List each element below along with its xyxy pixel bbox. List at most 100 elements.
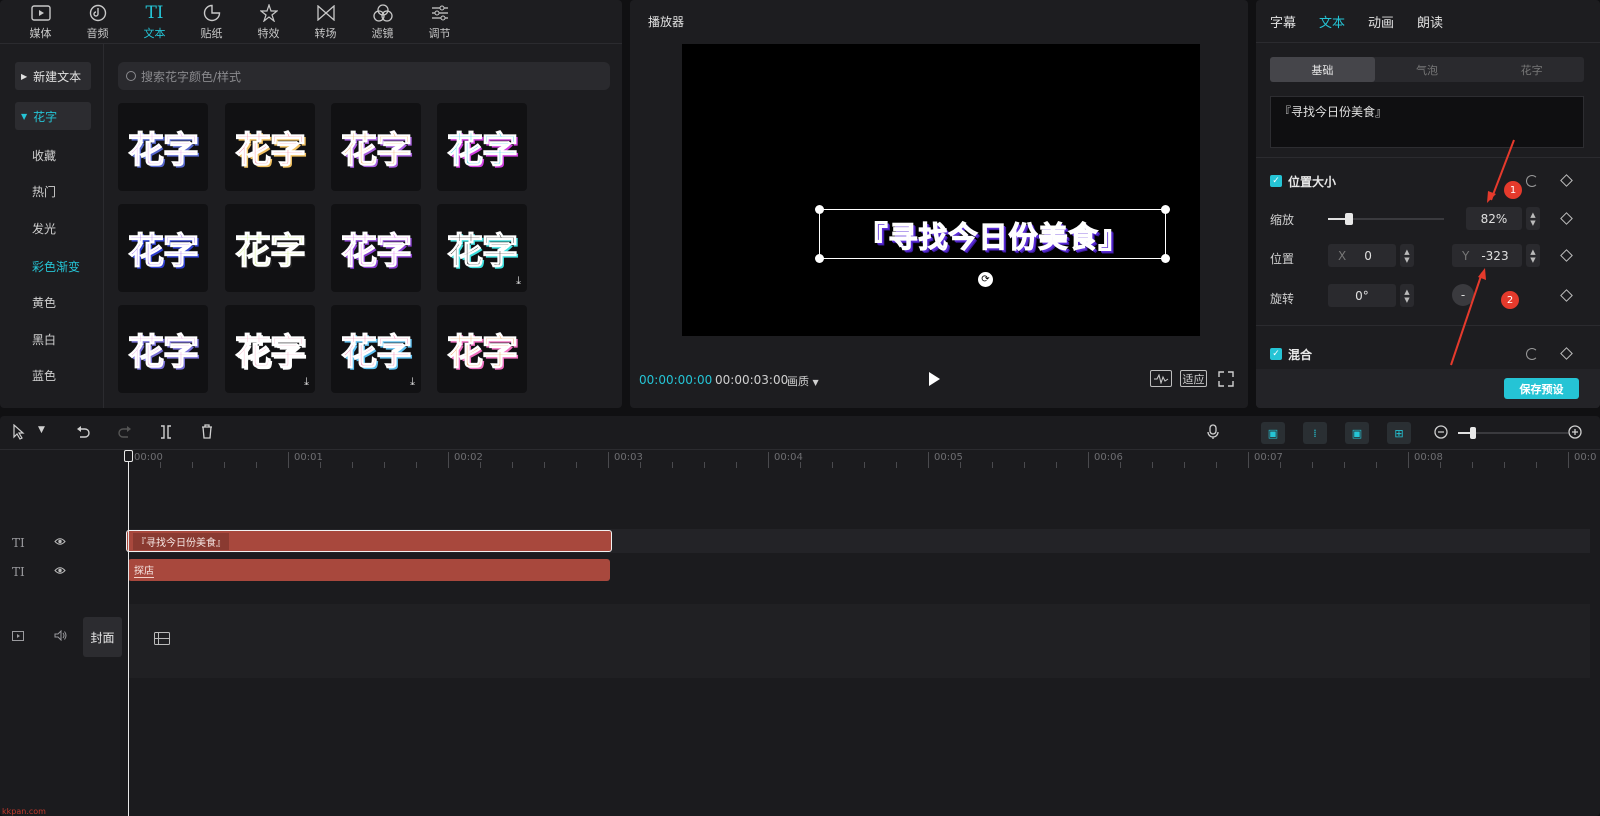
download-icon[interactable]: ⤓	[516, 274, 521, 288]
audio-icon	[87, 3, 109, 23]
search-placeholder: 搜索花字颜色/样式	[141, 69, 242, 84]
chevron-down-icon[interactable]: ▼	[38, 425, 45, 435]
tab-audio[interactable]: 音频	[69, 0, 126, 44]
tab-sticker[interactable]: 贴纸	[183, 0, 240, 44]
film-icon	[154, 632, 170, 648]
style-preview: 花字	[446, 331, 518, 373]
eye-icon[interactable]	[54, 565, 66, 578]
main-track-magnet-icon[interactable]: ▣	[1261, 422, 1285, 444]
category-item-favorites[interactable]: 收藏	[32, 147, 56, 164]
download-icon[interactable]: ⤓	[410, 375, 415, 389]
category-group-huazi[interactable]: ▼ 花字	[15, 102, 91, 130]
style-tile[interactable]: 花字 ⤓	[331, 305, 421, 393]
tab-adjust[interactable]: 调节	[411, 0, 468, 44]
tab-media[interactable]: 媒体	[12, 0, 69, 44]
chevron-down-icon: ▼	[812, 378, 819, 387]
caret-down-icon: ▼	[21, 111, 28, 121]
text-selection-box[interactable]: 『寻找今日份美食』	[815, 205, 1170, 263]
preview-axis-icon[interactable]: ⊞	[1387, 422, 1411, 444]
resize-handle[interactable]	[1161, 254, 1170, 263]
resize-handle[interactable]	[1161, 205, 1170, 214]
filter-icon	[372, 3, 394, 23]
auto-snap-icon[interactable]: ⁞	[1303, 422, 1327, 444]
tab-filter[interactable]: 滤镜	[354, 0, 411, 44]
category-item-gradient[interactable]: 彩色渐变	[32, 258, 80, 275]
category-item-yellow[interactable]: 黄色	[32, 294, 56, 311]
style-tile[interactable]: 花字	[437, 103, 527, 191]
split-icon[interactable]	[160, 425, 172, 442]
style-tile[interactable]: 花字	[437, 305, 527, 393]
redo-icon[interactable]	[118, 425, 132, 442]
new-text-label: 新建文本	[33, 69, 82, 84]
text-track-icon: TI	[12, 565, 25, 579]
select-tool-icon[interactable]	[12, 423, 26, 443]
category-item-glow[interactable]: 发光	[32, 220, 56, 237]
zoom-slider-knob[interactable]	[1470, 427, 1476, 439]
fit-button[interactable]: 适应	[1180, 370, 1207, 387]
annotation-marker-2: 2	[1501, 291, 1519, 309]
linkage-icon[interactable]: ▣	[1345, 422, 1369, 444]
style-tile[interactable]: 花字 ⤓	[437, 204, 527, 292]
delete-icon[interactable]	[201, 424, 213, 442]
text-track-icon: TI	[12, 536, 25, 550]
tab-label: 音频	[86, 27, 109, 40]
tab-label: 贴纸	[200, 27, 223, 40]
ruler-label: 00:04	[774, 452, 803, 463]
resize-handle[interactable]	[815, 254, 824, 263]
fullscreen-icon[interactable]	[1218, 371, 1234, 387]
tab-label: 文本	[143, 27, 166, 40]
category-item-hot[interactable]: 热门	[32, 183, 56, 200]
zoom-out-icon[interactable]	[1434, 425, 1448, 442]
style-tile[interactable]: 花字	[118, 103, 208, 191]
zoom-in-icon[interactable]	[1568, 425, 1582, 442]
waveform-button[interactable]	[1150, 370, 1172, 387]
resize-handle[interactable]	[815, 205, 824, 214]
text-clip-title[interactable]: 『寻找今日份美食』	[126, 530, 612, 552]
playhead[interactable]	[128, 452, 129, 816]
tab-label: 滤镜	[371, 27, 394, 40]
tab-effects[interactable]: 特效	[240, 0, 297, 44]
rotate-handle-icon[interactable]: ⟳	[978, 272, 993, 287]
download-icon[interactable]: ⤓	[304, 375, 309, 389]
category-item-blue[interactable]: 蓝色	[32, 367, 56, 384]
asset-panel: 媒体 音频 TI 文本 贴纸 特效 转场 滤镜 调节 ▶ 新建文本 ▼ 花字 收…	[0, 0, 622, 408]
search-input[interactable]: 搜索花字颜色/样式	[118, 62, 610, 90]
tab-text[interactable]: TI 文本	[126, 0, 183, 44]
style-tile[interactable]: 花字	[225, 103, 315, 191]
tab-transition[interactable]: 转场	[297, 0, 354, 44]
properties-panel: 字幕 文本 动画 朗读 基础 气泡 花字 『寻找今日份美食』 ✓ 位置大小 缩放…	[1256, 0, 1600, 408]
style-tile[interactable]: 花字	[331, 103, 421, 191]
timeline-toolbar: ▼ ▣ ⁞ ▣ ⊞	[0, 416, 1600, 450]
style-tile[interactable]: 花字	[225, 204, 315, 292]
ruler-label: 00:01	[294, 452, 323, 463]
play-icon[interactable]	[929, 372, 940, 386]
quality-dropdown[interactable]: 画质 ▼	[787, 373, 819, 389]
cover-button[interactable]: 封面	[83, 617, 122, 657]
timeline-ruler[interactable]: 00:00 00:01 00:02 00:03 00:04 00:05 00:0…	[128, 452, 1600, 468]
adjust-icon	[429, 3, 451, 23]
category-item-bw[interactable]: 黑白	[32, 331, 56, 348]
style-tile[interactable]: 花字 ⤓	[225, 305, 315, 393]
style-tile[interactable]: 花字	[118, 204, 208, 292]
tab-label: 特效	[257, 27, 280, 40]
style-tile[interactable]: 花字	[118, 305, 208, 393]
style-tile[interactable]: 花字	[331, 204, 421, 292]
tab-label: 转场	[314, 27, 337, 40]
new-text-button[interactable]: ▶ 新建文本	[15, 62, 91, 90]
video-preview[interactable]: 『寻找今日份美食』 ⟳	[682, 44, 1200, 336]
tab-label: 媒体	[29, 27, 52, 40]
ruler-label: 00:07	[1254, 452, 1283, 463]
undo-icon[interactable]	[76, 425, 90, 442]
timeline-panel: ▼ ▣ ⁞ ▣ ⊞ 00:00 00:01 00:02 00:03 00:04 …	[0, 416, 1600, 816]
zoom-slider[interactable]	[1458, 427, 1568, 439]
style-preview: 花字	[340, 331, 412, 373]
text-clip-secondary[interactable]: 探店	[128, 559, 610, 581]
microphone-icon[interactable]	[1207, 424, 1219, 443]
player-title: 播放器	[648, 15, 685, 29]
style-preview: 花字	[234, 129, 306, 171]
ruler-label: 00:02	[454, 452, 483, 463]
eye-icon[interactable]	[54, 536, 66, 549]
ruler-label: 00:0	[1574, 452, 1597, 463]
playhead-handle[interactable]	[124, 450, 133, 462]
speaker-icon[interactable]	[54, 629, 67, 644]
